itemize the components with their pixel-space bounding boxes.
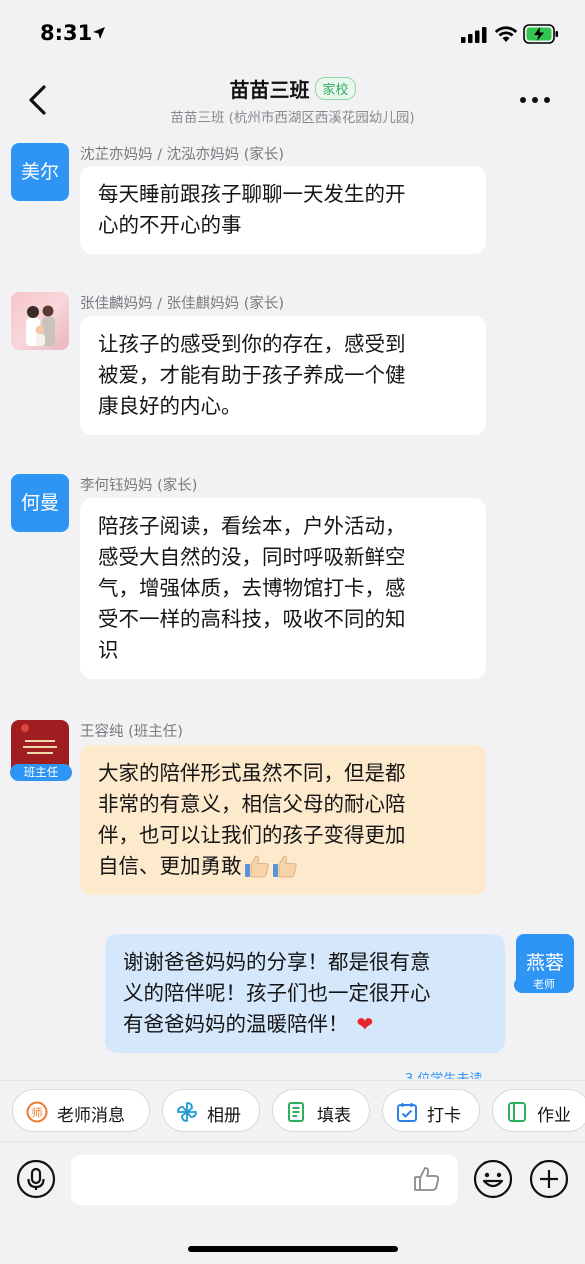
message-bubble[interactable]: 谢谢爸爸妈妈的分享！都是很有意 义的陪伴呢！孩子们也一定很开心 有爸爸妈妈的温暖… — [105, 934, 505, 1053]
signal-icon — [461, 27, 487, 43]
page-title: 苗苗三班 — [229, 78, 310, 102]
avatar[interactable]: 美尔 — [11, 143, 69, 201]
message-line: 气，增强体质，去博物馆打卡，感 — [98, 576, 406, 600]
read-status[interactable]: 3 位学生未读 — [405, 1069, 482, 1079]
message-line: 陪孩子阅读，看绘本，户外活动， — [98, 514, 406, 538]
role-badge: 老师 — [514, 977, 574, 993]
message-bubble[interactable]: 大家的陪伴形式虽然不同，但是都 非常的有意义，相信父母的耐心陪 伴，也可以让我们… — [80, 745, 486, 895]
emoji-icon[interactable] — [473, 1159, 513, 1199]
header-title-row: 苗苗三班 家校 — [0, 74, 585, 103]
chip-label: 填表 — [317, 1106, 351, 1126]
group-type-tag: 家校 — [315, 77, 356, 100]
message-line: 被爱，才能有助于孩子养成一个健 — [98, 363, 406, 387]
message-bubble[interactable]: 每天睡前跟孩子聊聊一天发生的开 心的不开心的事 — [80, 166, 486, 254]
message-input[interactable] — [71, 1155, 458, 1205]
message-line: 让孩子的感受到你的存在，感受到 — [98, 332, 406, 356]
message-line: 每天睡前跟孩子聊聊一天发生的开 — [98, 182, 406, 206]
thumbs-up-emoji-icon — [244, 855, 269, 878]
family-photo-icon — [26, 305, 55, 346]
message-line: 伴，也可以让我们的孩子变得更加 — [98, 823, 406, 847]
status-time: 8:31 — [40, 21, 93, 45]
form-icon — [288, 1102, 304, 1122]
chat-header: 苗苗三班 家校 苗苗三班 (杭州市西湖区西溪花园幼儿园) — [0, 64, 585, 134]
status-bar: 8:31 — [0, 0, 585, 64]
message-line-text: 自信、更加勇敢 — [98, 854, 242, 878]
chip-label: 相册 — [207, 1106, 241, 1126]
check-in-button[interactable]: 打卡 — [382, 1089, 480, 1132]
message-bubble[interactable]: 陪孩子阅读，看绘本，户外活动， 感受大自然的没，同时呼吸新鲜空 气，增强体质，去… — [80, 498, 486, 679]
location-arrow-icon — [93, 27, 105, 39]
avatar[interactable]: 何曼 — [11, 474, 69, 532]
homework-icon — [508, 1102, 526, 1122]
homework-button[interactable]: 作业 — [492, 1089, 585, 1132]
sender-name: 沈芷亦妈妈 / 沈泓亦妈妈 (家长) — [80, 147, 285, 163]
microphone-icon[interactable] — [16, 1159, 56, 1199]
chip-label: 老师消息 — [57, 1106, 125, 1126]
sender-name: 张佳麟妈妈 / 张佳麒妈妈 (家长) — [80, 296, 285, 312]
message-line: 谢谢爸爸妈妈的分享！都是很有意 — [123, 950, 431, 974]
input-bar — [0, 1142, 585, 1264]
message-line: 感受大自然的没，同时呼吸新鲜空 — [98, 545, 406, 569]
more-options-button[interactable] — [518, 94, 552, 106]
message-line: 受不一样的高科技，吸收不同的知 — [98, 607, 406, 631]
battery-charging-icon — [523, 24, 558, 44]
message-line: 自信、更加勇敢 — [98, 851, 468, 882]
sender-name: 李何钰妈妈 (家长) — [80, 478, 198, 494]
avatar[interactable] — [11, 292, 69, 350]
thumbs-up-emoji-icon — [272, 855, 297, 878]
message-line: 大家的陪伴形式虽然不同，但是都 — [98, 761, 406, 785]
message-bubble[interactable]: 让孩子的感受到你的存在，感受到 被爱，才能有助于孩子养成一个健 康良好的内心。 — [80, 316, 486, 435]
heart-emoji-icon: ❤ — [356, 1012, 374, 1036]
chip-label: 作业 — [537, 1106, 571, 1126]
page-subtitle: 苗苗三班 (杭州市西湖区西溪花园幼儿园) — [170, 110, 415, 126]
teacher-message-button[interactable]: 师 老师消息 — [12, 1089, 150, 1132]
teacher-icon: 师 — [26, 1101, 48, 1123]
quick-action-bar: 师 老师消息 相册 填表 打卡 作业 — [0, 1080, 585, 1142]
home-indicator — [188, 1246, 398, 1252]
album-button[interactable]: 相册 — [162, 1089, 260, 1132]
role-badge: 班主任 — [10, 764, 72, 781]
message-line: 有爸爸妈妈的温暖陪伴！ ❤ — [123, 1009, 487, 1040]
message-line-text: 有爸爸妈妈的温暖陪伴！ — [123, 1012, 349, 1036]
pinwheel-icon — [177, 1102, 197, 1122]
svg-text:师: 师 — [32, 1107, 43, 1120]
message-line: 康良好的内心。 — [98, 394, 242, 418]
message-line: 义的陪伴呢！孩子们也一定很开心 — [123, 981, 431, 1005]
message-line: 非常的有意义，相信父母的耐心陪 — [98, 792, 406, 816]
message-line: 识 — [98, 638, 119, 662]
add-icon[interactable] — [529, 1159, 569, 1199]
chip-label: 打卡 — [427, 1106, 461, 1126]
message-line: 心的不开心的事 — [98, 213, 242, 237]
sender-name: 王容纯 (班主任) — [80, 724, 183, 740]
fill-form-button[interactable]: 填表 — [272, 1089, 370, 1132]
thumbs-up-icon[interactable] — [412, 1164, 442, 1194]
wifi-icon — [494, 26, 518, 42]
checkin-icon — [397, 1103, 417, 1122]
